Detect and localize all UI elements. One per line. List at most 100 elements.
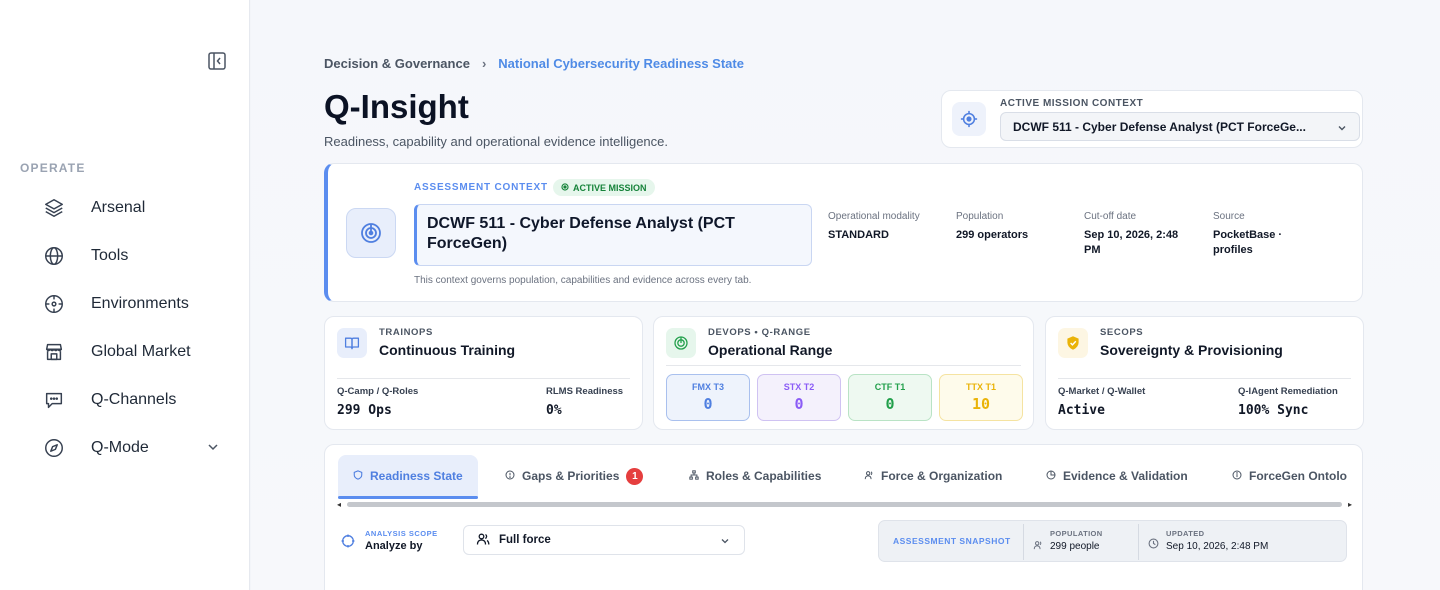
clock-icon [1148, 536, 1159, 554]
tier-value: 0 [703, 395, 713, 413]
tier-value: 0 [794, 395, 804, 413]
card-title: Sovereignty & Provisioning [1100, 342, 1283, 358]
divider [1023, 524, 1024, 560]
stat-value: Active [1058, 403, 1105, 418]
status-badge-label: ACTIVE MISSION [573, 182, 647, 193]
assessment-snapshot: ASSESSMENT SNAPSHOT POPULATION 299 peopl… [878, 520, 1347, 562]
analysis-tabs-card: Readiness State Gaps & Priorities 1 Role… [324, 444, 1363, 590]
sidebar-item-label: Q-Mode [91, 439, 149, 456]
users-icon [864, 469, 874, 483]
store-icon [42, 340, 66, 364]
message-icon [42, 388, 66, 412]
mission-context-label: ACTIVE MISSION CONTEXT [1000, 98, 1144, 109]
card-title: Continuous Training [379, 342, 516, 358]
updated-value: Sep 10, 2026, 2:48 PM [1166, 541, 1269, 552]
divider [1138, 524, 1139, 560]
card-tag: SECOPS [1100, 327, 1144, 338]
crosshair-icon [341, 534, 355, 553]
divider [1058, 378, 1351, 379]
scroll-left-icon[interactable]: ◂ [337, 500, 341, 509]
meta-operational-modality: Operational modality STANDARD [828, 211, 948, 243]
sidebar-item-label: Q-Channels [91, 391, 177, 408]
assessment-context-label: ASSESSMENT CONTEXT [414, 182, 548, 193]
sidebar-item-global-market[interactable]: Global Market [42, 336, 232, 368]
divider [666, 365, 1021, 366]
status-badge: ACTIVE MISSION [553, 179, 655, 196]
pie-icon [1046, 469, 1056, 483]
divider [337, 378, 630, 379]
sidebar-item-q-mode[interactable]: Q-Mode [42, 432, 232, 464]
tab-gaps-priorities[interactable]: Gaps & Priorities 1 [505, 455, 644, 497]
trainops-card[interactable]: TRAINOPS Continuous Training Q-Camp / Q-… [324, 316, 643, 430]
scope-select-value: Full force [499, 534, 551, 546]
mission-context-select[interactable]: DCWF 511 - Cyber Defense Analyst (PCT Fo… [1000, 112, 1360, 141]
section-label-operate: OPERATE [20, 161, 86, 175]
population-value: 299 people [1050, 541, 1100, 552]
snapshot-label: ASSESSMENT SNAPSHOT [893, 536, 1011, 546]
chevron-down-icon [720, 536, 730, 549]
meta-value: 299 operators [956, 229, 1029, 241]
chevron-down-icon[interactable] [206, 440, 220, 459]
assessment-name: DCWF 511 - Cyber Defense Analyst (PCT Fo… [414, 204, 812, 266]
alert-circle-icon [505, 469, 515, 483]
sidebar-item-label: Arsenal [91, 199, 146, 216]
assessment-context-card: ASSESSMENT CONTEXT ACTIVE MISSION DCWF 5… [324, 163, 1363, 302]
globe-icon [42, 244, 66, 268]
sidebar-item-tools[interactable]: Tools [42, 240, 232, 272]
compass-icon [42, 436, 66, 460]
tier-name: STX T2 [783, 382, 815, 392]
updated-label: UPDATED [1166, 529, 1205, 538]
tier-fmx-t3[interactable]: FMX T3 0 [666, 374, 750, 421]
tab-label: Gaps & Priorities [522, 469, 620, 483]
tab-force-organization[interactable]: Force & Organization [864, 455, 1002, 497]
card-tag: DEVOPS • Q-RANGE [708, 327, 811, 338]
collapse-sidebar-icon[interactable] [207, 51, 227, 71]
stat-key: RLMS Readiness [546, 386, 624, 397]
meta-value: STANDARD [828, 229, 889, 241]
tab-readiness-state[interactable]: Readiness State [338, 455, 478, 499]
sidebar-item-environments[interactable]: Environments [42, 288, 232, 320]
scrollbar-thumb[interactable] [347, 502, 1342, 507]
page-subtitle: Readiness, capability and operational ev… [324, 134, 669, 149]
hierarchy-icon [689, 469, 699, 483]
count-badge: 1 [626, 467, 644, 485]
tier-ctf-t1[interactable]: CTF T1 0 [848, 374, 932, 421]
target-icon [561, 182, 569, 193]
breadcrumb-parent[interactable]: Decision & Governance [324, 56, 470, 71]
sidebar-item-q-channels[interactable]: Q-Channels [42, 384, 232, 416]
tab-scrollbar[interactable]: ◂ ▸ [337, 500, 1352, 509]
devops-card[interactable]: DEVOPS • Q-RANGE Operational Range FMX T… [653, 316, 1034, 430]
tab-roles-capabilities[interactable]: Roles & Capabilities [689, 455, 821, 497]
meta-cutoff-date: Cut-off date Sep 10, 2026, 2:48 PM [1084, 211, 1196, 258]
tab-evidence-validation[interactable]: Evidence & Validation [1046, 455, 1188, 497]
analysis-scope-label: ANALYSIS SCOPE [365, 529, 438, 538]
meta-value: PocketBase · profiles [1213, 229, 1283, 256]
stat-value: 0% [546, 403, 562, 418]
stat-key: Q-Camp / Q-Roles [337, 386, 419, 397]
main-content: Decision & Governance › National Cyberse… [251, 0, 1440, 590]
scope-select[interactable]: Full force [463, 525, 745, 555]
breadcrumb-separator: › [481, 56, 487, 71]
meta-key: Operational modality [828, 211, 920, 222]
tab-forcegen-ontology[interactable]: ForceGen Ontolo [1232, 455, 1347, 497]
analysis-scope-value: Analyze by [365, 540, 423, 552]
users-icon [1033, 537, 1043, 555]
sidebar-item-arsenal[interactable]: Arsenal [42, 192, 232, 224]
scroll-right-icon[interactable]: ▸ [1348, 500, 1352, 509]
stat-key: Q-Market / Q-Wallet [1058, 386, 1146, 397]
active-mission-context: ACTIVE MISSION CONTEXT DCWF 511 - Cyber … [941, 90, 1363, 148]
breadcrumb-current[interactable]: National Cybersecurity Readiness State [498, 56, 744, 71]
shield-icon [1058, 328, 1088, 358]
meta-source: Source PocketBase · profiles [1213, 211, 1303, 258]
sidebar-item-label: Global Market [91, 343, 191, 360]
radar-icon [666, 328, 696, 358]
stat-key: Q-IAgent Remediation [1238, 386, 1338, 397]
crosshair-icon [42, 292, 66, 316]
shield-icon [353, 469, 363, 483]
tab-label: Evidence & Validation [1063, 469, 1188, 483]
tier-ttx-t1[interactable]: TTX T1 10 [939, 374, 1023, 421]
tier-stx-t2[interactable]: STX T2 0 [757, 374, 841, 421]
population-label: POPULATION [1050, 529, 1103, 538]
assessment-note: This context governs population, capabil… [414, 275, 752, 286]
secops-card[interactable]: SECOPS Sovereignty & Provisioning Q-Mark… [1045, 316, 1364, 430]
